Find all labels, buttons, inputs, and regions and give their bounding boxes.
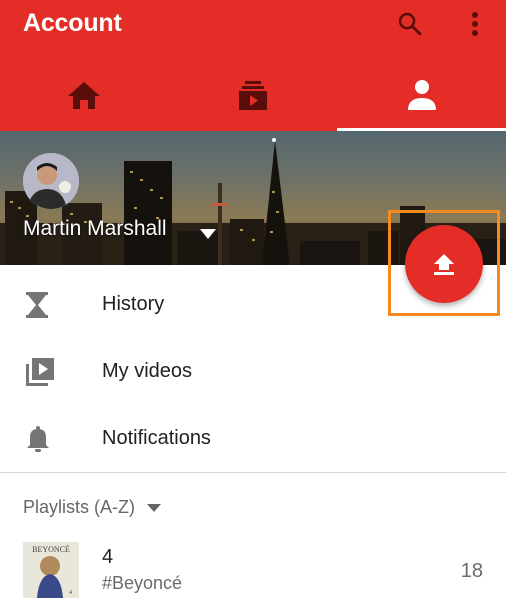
menu-item-notifications[interactable]: Notifications xyxy=(0,405,506,472)
page-title: Account xyxy=(23,9,122,37)
playlist-video-count: 18 xyxy=(460,560,483,582)
playlist-item[interactable]: BEYONCÉ 4 4 #Beyoncé 18 xyxy=(0,540,506,602)
bell-icon xyxy=(27,425,49,452)
video-library-icon xyxy=(26,357,54,386)
playlist-thumbnail: BEYONCÉ 4 xyxy=(23,542,79,598)
thumb-text: BEYONCÉ xyxy=(32,544,70,554)
caret-down-icon xyxy=(200,229,216,239)
more-vert-icon xyxy=(472,12,478,36)
avatar[interactable] xyxy=(23,153,79,209)
tab-home[interactable] xyxy=(0,58,169,131)
caret-down-icon xyxy=(147,503,161,512)
album-cover-image: BEYONCÉ 4 xyxy=(23,542,79,598)
hourglass-icon xyxy=(26,291,48,318)
search-icon xyxy=(398,12,422,36)
upload-icon xyxy=(434,254,454,275)
playlists-header-label: Playlists (A-Z) xyxy=(23,497,135,517)
person-icon xyxy=(407,79,436,110)
menu-item-my-videos[interactable]: My videos xyxy=(0,338,506,405)
profile-name: Martin Marshall xyxy=(23,217,167,240)
playlist-title: 4 xyxy=(102,546,114,568)
home-icon xyxy=(68,81,101,109)
subscriptions-icon xyxy=(239,80,267,110)
svg-text:4: 4 xyxy=(69,590,72,596)
menu-label: History xyxy=(102,293,165,315)
account-switcher-button[interactable] xyxy=(200,226,216,244)
app-bar: Account xyxy=(0,0,506,131)
playlists-sort-dropdown[interactable]: Playlists (A-Z) xyxy=(23,497,161,518)
tab-account[interactable] xyxy=(337,58,506,131)
menu-label: My videos xyxy=(102,360,193,382)
avatar-photo xyxy=(23,153,79,209)
tab-bar xyxy=(0,58,506,131)
upload-button[interactable] xyxy=(405,225,483,303)
more-options-button[interactable] xyxy=(462,6,488,42)
playlist-subtitle: #Beyoncé xyxy=(102,573,183,593)
menu-label: Notifications xyxy=(102,427,211,449)
divider xyxy=(0,472,506,473)
search-button[interactable] xyxy=(392,6,428,42)
tab-subscriptions[interactable] xyxy=(169,58,338,131)
